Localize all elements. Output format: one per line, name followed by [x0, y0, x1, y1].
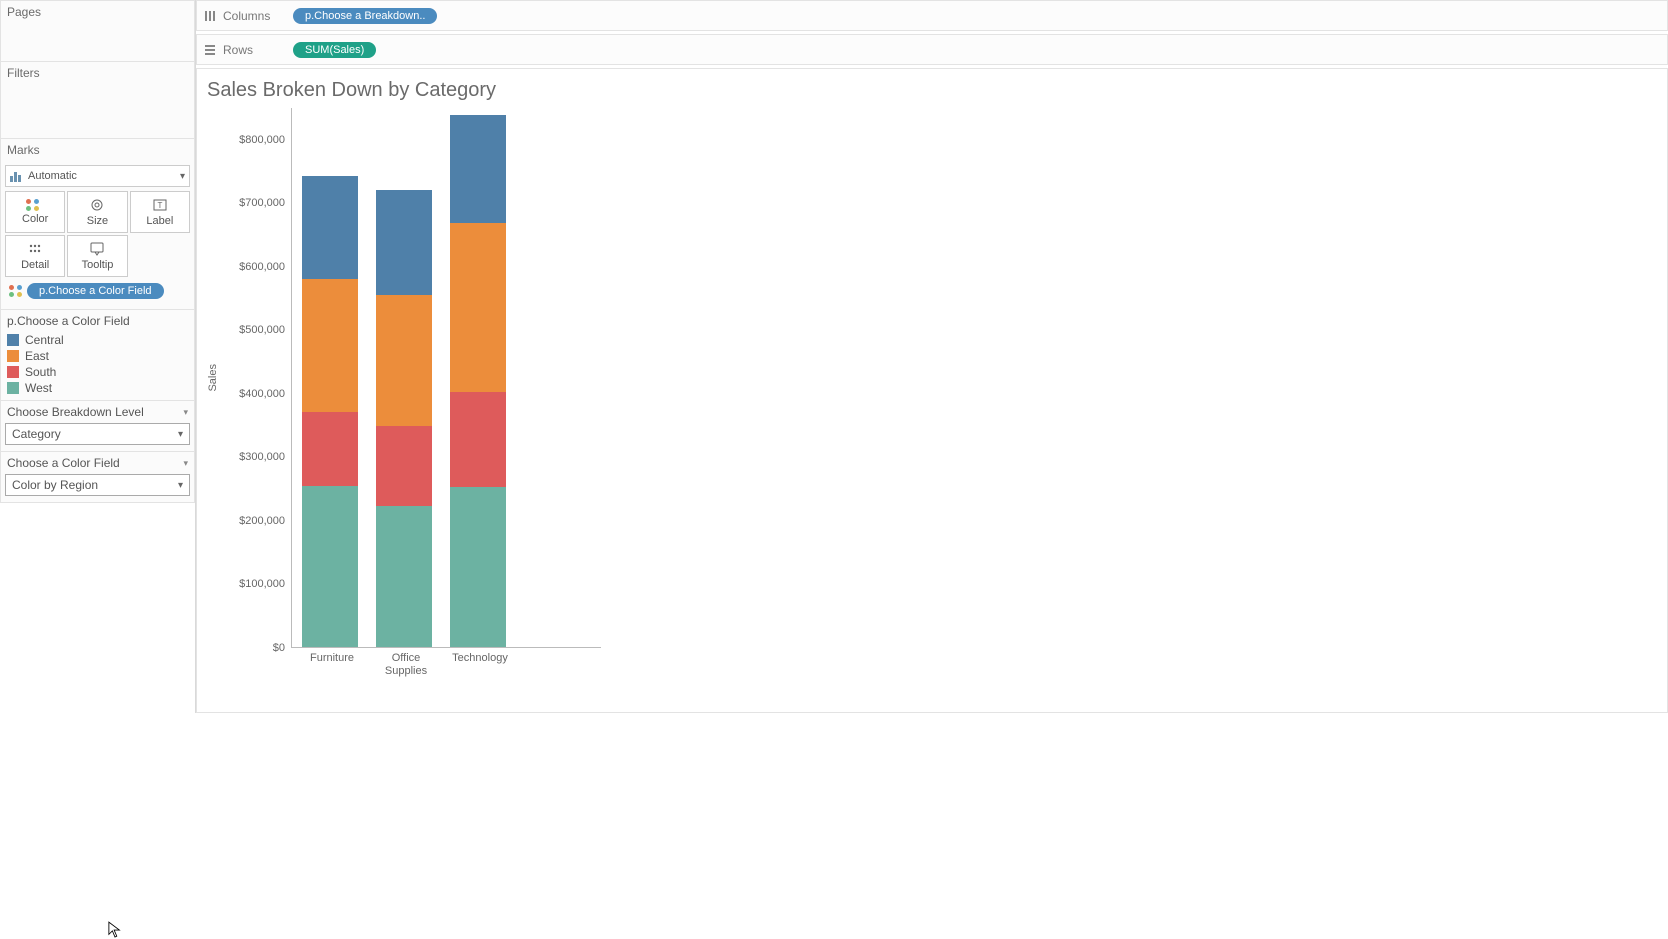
- rows-icon: [203, 43, 217, 57]
- pages-title: Pages: [1, 1, 194, 23]
- bar-segment[interactable]: [302, 486, 358, 647]
- legend-swatch: [7, 334, 19, 346]
- viz-area: Sales Broken Down by Category Sales $0 $1…: [196, 68, 1668, 713]
- tooltip-button-label: Tooltip: [82, 259, 114, 271]
- legend-item-label: West: [25, 381, 52, 395]
- legend-item-label: South: [25, 365, 56, 379]
- param-breakdown-select[interactable]: Category ▾: [5, 423, 190, 445]
- param-colorfield-title: Choose a Color Field: [7, 456, 120, 470]
- x-tick-label: Technology: [452, 652, 508, 678]
- legend-item[interactable]: West: [7, 380, 188, 396]
- y-tick: $300,000: [239, 451, 285, 463]
- detail-button-label: Detail: [21, 259, 49, 271]
- bar-chart-icon: [10, 170, 24, 182]
- plot-area: [291, 108, 601, 648]
- viz-title: Sales Broken Down by Category: [207, 79, 1659, 102]
- bar-segment[interactable]: [450, 392, 506, 487]
- bar-segment[interactable]: [450, 115, 506, 223]
- bar-segment[interactable]: [302, 279, 358, 412]
- bar[interactable]: [376, 190, 432, 647]
- rows-shelf[interactable]: Rows SUM(Sales): [196, 34, 1668, 65]
- color-legend-panel: p.Choose a Color Field Central East South W…: [0, 309, 195, 401]
- bar-segment[interactable]: [376, 190, 432, 295]
- columns-shelf[interactable]: Columns p.Choose a Breakdown..: [196, 0, 1668, 31]
- filters-panel: Filters: [0, 61, 195, 139]
- param-breakdown-title: Choose Breakdown Level: [7, 405, 144, 419]
- color-field-pill-row[interactable]: p.Choose a Color Field: [5, 281, 190, 301]
- cursor-icon: [108, 921, 122, 939]
- x-tick-label: Office Supplies: [378, 652, 434, 678]
- y-tick: $800,000: [239, 134, 285, 146]
- marks-type-select[interactable]: Automatic ▾: [5, 165, 190, 187]
- size-button[interactable]: Size: [67, 191, 127, 233]
- color-button-label: Color: [22, 213, 48, 225]
- param-breakdown-value: Category: [12, 427, 61, 441]
- chart: Sales $0$100,000$200,000$300,000$400,000…: [205, 108, 1659, 648]
- filters-title: Filters: [1, 62, 194, 84]
- x-tick-label: Furniture: [304, 652, 360, 678]
- label-button-label: Label: [146, 215, 173, 227]
- columns-shelf-label: Columns: [223, 9, 270, 23]
- legend-swatch: [7, 366, 19, 378]
- chevron-down-icon[interactable]: ▾: [183, 407, 188, 418]
- legend-item-label: East: [25, 349, 49, 363]
- chevron-down-icon[interactable]: ▾: [183, 458, 188, 469]
- bar-segment[interactable]: [376, 426, 432, 506]
- label-icon: T: [152, 197, 168, 213]
- columns-pill[interactable]: p.Choose a Breakdown..: [293, 8, 437, 24]
- y-tick: $100,000: [239, 578, 285, 590]
- y-tick: $600,000: [239, 261, 285, 273]
- bar-segment[interactable]: [302, 412, 358, 486]
- size-button-label: Size: [87, 215, 108, 227]
- legend-swatch: [7, 382, 19, 394]
- legend-item-label: Central: [25, 333, 64, 347]
- bar-segment[interactable]: [376, 506, 432, 647]
- bar-segment[interactable]: [376, 295, 432, 426]
- detail-button[interactable]: Detail: [5, 235, 65, 277]
- marks-type-label: Automatic: [28, 170, 77, 182]
- legend-item[interactable]: East: [7, 348, 188, 364]
- label-button[interactable]: T Label: [130, 191, 190, 233]
- bar-segment[interactable]: [450, 487, 506, 647]
- detail-icon: [27, 241, 43, 257]
- rows-shelf-label: Rows: [223, 43, 253, 57]
- legend-item[interactable]: South: [7, 364, 188, 380]
- color-icon: [9, 285, 23, 297]
- param-colorfield-select[interactable]: Color by Region ▾: [5, 474, 190, 496]
- legend-swatch: [7, 350, 19, 362]
- tooltip-button[interactable]: Tooltip: [67, 235, 127, 277]
- bar-segment[interactable]: [450, 223, 506, 392]
- y-axis-label: Sales: [205, 364, 221, 392]
- marks-title: Marks: [1, 139, 194, 161]
- y-tick: $500,000: [239, 324, 285, 336]
- color-button[interactable]: Color: [5, 191, 65, 233]
- columns-icon: [203, 9, 217, 23]
- param-colorfield-value: Color by Region: [12, 478, 98, 492]
- y-tick: $0: [273, 642, 285, 654]
- marks-panel: Marks Automatic ▾ Color: [0, 138, 195, 310]
- color-icon: [26, 199, 40, 211]
- chevron-down-icon: ▾: [178, 480, 183, 491]
- y-axis-ticks: $0$100,000$200,000$300,000$400,000$500,0…: [221, 108, 291, 648]
- chevron-down-icon: ▾: [178, 429, 183, 440]
- color-field-pill[interactable]: p.Choose a Color Field: [27, 283, 164, 299]
- rows-pill[interactable]: SUM(Sales): [293, 42, 376, 58]
- legend-item[interactable]: Central: [7, 332, 188, 348]
- x-axis-labels: Furniture Office Supplies Technology: [205, 652, 1659, 678]
- bar[interactable]: [302, 176, 358, 647]
- chevron-down-icon: ▾: [180, 171, 185, 182]
- tooltip-icon: [89, 241, 105, 257]
- pages-panel: Pages: [0, 0, 195, 62]
- y-tick: $200,000: [239, 515, 285, 527]
- legend-title: p.Choose a Color Field: [7, 314, 188, 328]
- size-icon: [89, 197, 105, 213]
- bar-segment[interactable]: [302, 176, 358, 280]
- y-tick: $700,000: [239, 197, 285, 209]
- svg-text:T: T: [157, 201, 162, 210]
- param-colorfield-panel: Choose a Color Field ▾ Color by Region ▾: [0, 451, 195, 503]
- param-breakdown-panel: Choose Breakdown Level ▾ Category ▾: [0, 400, 195, 452]
- y-tick: $400,000: [239, 388, 285, 400]
- bar[interactable]: [450, 115, 506, 647]
